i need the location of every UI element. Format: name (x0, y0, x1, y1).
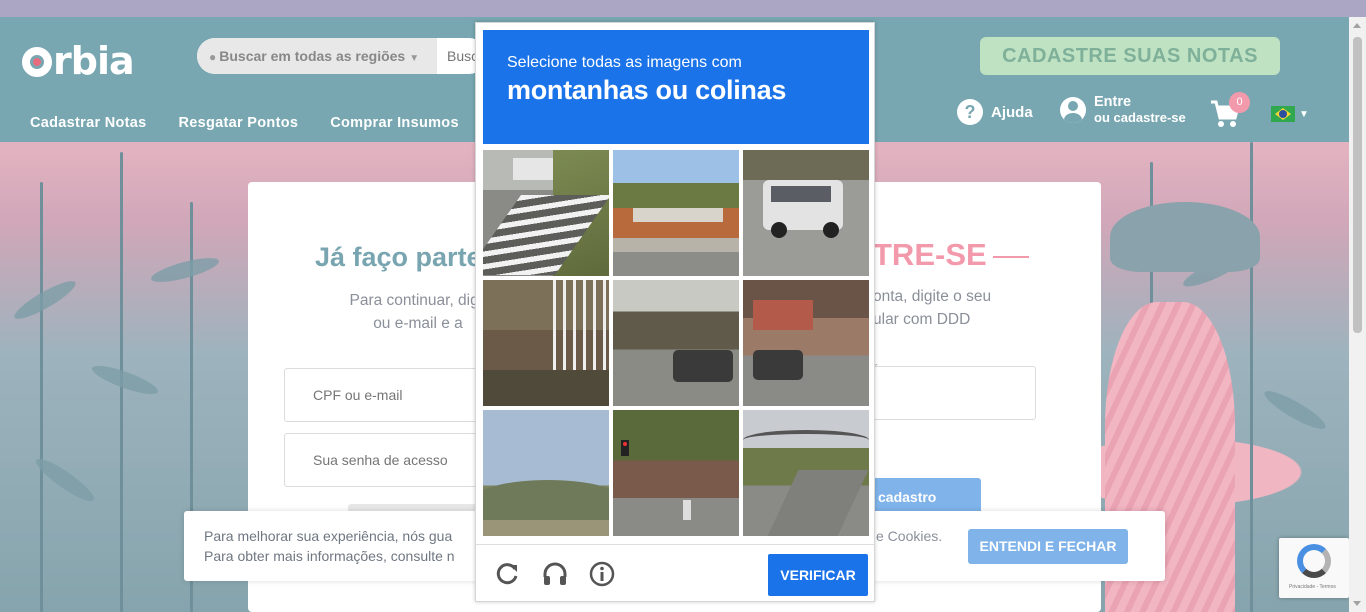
signup-desc-line1: onta, digite o seu (873, 288, 992, 305)
help-label: Ajuda (991, 103, 1033, 121)
farmer-hat (1110, 202, 1260, 272)
captcha-tile-white-suv[interactable] (743, 150, 869, 276)
nav-comprar-insumos[interactable]: Comprar Insumos (330, 115, 459, 131)
corn-leaf (10, 275, 80, 325)
captcha-tile-crosswalk[interactable] (483, 150, 609, 276)
chevron-down-icon: ▼ (409, 53, 420, 64)
region-label: Buscar em todas as regiões (219, 48, 406, 64)
help-link[interactable]: ? Ajuda (957, 99, 1033, 125)
verify-button[interactable]: VERIFICAR (768, 554, 868, 596)
info-icon[interactable] (589, 561, 615, 587)
cadastre-notas-button[interactable]: CADASTRE SUAS NOTAS (980, 37, 1280, 75)
reload-icon[interactable] (494, 561, 520, 587)
search-bar: ● Buscar em todas as regiões ▼ (197, 38, 487, 74)
password-input[interactable] (284, 433, 484, 487)
captcha-target: montanhas ou colinas (507, 75, 787, 105)
captcha-tile-parking-car[interactable] (613, 280, 739, 406)
cookie-text-tail: e Cookies. (876, 528, 943, 544)
signup-title: TRE-SE (873, 237, 1029, 273)
captcha-header: Selecione todas as imagens com montanhas… (483, 30, 869, 144)
scroll-up-arrow[interactable] (1353, 23, 1361, 28)
account-line2: ou cadastre-se (1094, 110, 1186, 125)
nav-resgatar-pontos[interactable]: Resgatar Pontos (179, 115, 299, 131)
corn-stalk (40, 182, 43, 612)
nav-cadastrar-notas[interactable]: Cadastrar Notas (30, 115, 147, 131)
captcha-divider (476, 544, 874, 545)
corn-leaf (89, 360, 161, 400)
orbia-logo[interactable]: orbiarbia (22, 39, 135, 83)
cpf-email-input[interactable] (284, 368, 484, 422)
map-pin-icon: ● (209, 50, 217, 64)
captcha-tile-road-barrier[interactable] (613, 150, 739, 276)
recaptcha-privacy-text: Privacidade - Termos (1289, 584, 1336, 590)
captcha-tile-stairs-house[interactable] (483, 280, 609, 406)
account-link[interactable]: Entre ou cadastre-se (1060, 94, 1186, 125)
signup-title-text: TRE-SE (873, 237, 987, 272)
captcha-tile-storefront[interactable] (743, 280, 869, 406)
captcha-tile-traffic-light[interactable] (613, 410, 739, 536)
corn-stalk (1250, 142, 1253, 612)
cart-count-badge: 0 (1229, 92, 1250, 113)
user-icon (1060, 96, 1086, 123)
signup-desc-line2: ular com DDD (873, 311, 971, 328)
phone-input[interactable]: r (868, 359, 1036, 420)
region-selector[interactable]: ● Buscar em todas as regiões ▼ (197, 38, 437, 74)
page-scrollbar[interactable] (1349, 17, 1366, 612)
headphones-icon[interactable] (542, 561, 568, 587)
brazil-flag-icon[interactable] (1271, 106, 1295, 122)
corn-leaf (1260, 385, 1330, 435)
recaptcha-logo-icon (1297, 544, 1331, 578)
question-icon: ? (957, 99, 983, 125)
captcha-image-grid (483, 150, 869, 536)
captcha-tile-road-hill[interactable] (743, 410, 869, 536)
recaptcha-badge[interactable]: Privacidade - Termos (1279, 538, 1349, 598)
captcha-instruction: Selecione todas as imagens com (507, 54, 742, 71)
cookie-text-line2: Para obter mais informações, consulte n (204, 548, 455, 564)
chevron-down-icon[interactable]: ▼ (1299, 109, 1309, 120)
cookie-text-line1: Para melhorar sua experiência, nós gua (204, 528, 453, 544)
cookie-accept-button[interactable]: ENTENDI E FECHAR (968, 529, 1128, 564)
captcha-tile-hills-sky[interactable] (483, 410, 609, 536)
login-title: Já faço parte (315, 242, 482, 272)
captcha-dialog: Selecione todas as imagens com montanhas… (475, 22, 875, 602)
account-line1: Entre (1094, 94, 1132, 110)
scroll-down-arrow[interactable] (1353, 601, 1361, 606)
main-nav: Cadastrar Notas Resgatar Pontos Comprar … (30, 115, 459, 131)
scrollbar-thumb[interactable] (1353, 37, 1362, 333)
corn-leaf (149, 253, 221, 287)
browser-top-strip (0, 0, 1366, 17)
signup-description: onta, digite o seu ular com DDD (873, 285, 991, 331)
